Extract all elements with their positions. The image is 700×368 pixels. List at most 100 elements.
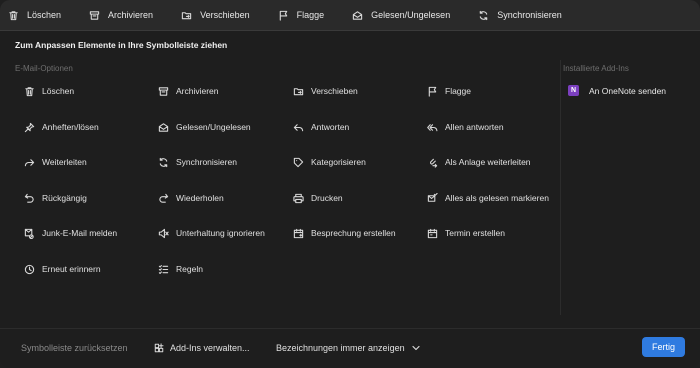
toolbar-item-sync[interactable]: Synchronisieren [478,10,562,21]
option-label: Anheften/lösen [42,122,99,132]
option-mark-all-read[interactable]: Alles als gelesen markieren [427,191,549,205]
option-label: Termin erstellen [445,228,505,238]
option-label: Verschieben [311,86,358,96]
instruction-text: Zum Anpassen Elemente in Ihre Symbolleis… [15,40,228,50]
option-report-junk[interactable]: Junk-E-Mail melden [24,226,117,240]
toolbar-preview: Löschen Archivieren Verschieben Flagge G… [0,0,700,31]
option-reply-all[interactable]: Allen antworten [427,120,504,134]
option-label: Rückgängig [42,193,87,203]
toolbar-item-label: Löschen [27,10,62,20]
pin-icon [24,122,35,132]
option-label: Gelesen/Ungelesen [176,122,251,132]
meeting-icon [293,228,304,238]
flag-icon [279,10,287,21]
toolbar-item-label: Archivieren [108,10,154,20]
toolbar-item-archive[interactable]: Archivieren [89,10,153,21]
addin-send-to-onenote[interactable]: N An OneNote senden [568,85,666,96]
toolbar-item-label: Gelesen/Ungelesen [371,10,451,20]
option-label: Regeln [176,264,203,274]
dialog-footer: Symbolleiste zurücksetzen Add-Ins verwal… [0,328,700,368]
toolbar-item-label: Verschieben [200,10,250,20]
option-label: Kategorisieren [311,157,366,167]
option-ignore-conversation[interactable]: Unterhaltung ignorieren [158,226,265,240]
reset-toolbar-label: Symbolleiste zurücksetzen [21,343,128,353]
clock-icon [24,264,35,274]
option-undo[interactable]: Rückgängig [24,191,87,205]
calendar-icon [427,228,438,238]
trash-icon [25,86,34,96]
option-label: Unterhaltung ignorieren [176,228,265,238]
installed-addins-heading: Installierte Add-Ins [563,64,629,73]
archive-icon [89,10,100,20]
option-label: Synchronisieren [176,157,237,167]
option-archive[interactable]: Archivieren [158,84,219,98]
option-reply[interactable]: Antworten [293,120,349,134]
option-create-appointment[interactable]: Termin erstellen [427,226,505,240]
toolbar-item-move[interactable]: Verschieben [181,10,250,21]
done-button[interactable]: Fertig [642,337,685,357]
tag-icon [293,157,304,167]
toolbar-item-delete[interactable]: Löschen [8,10,61,21]
option-forward[interactable]: Weiterleiten [24,155,87,169]
option-label: Archivieren [176,86,219,96]
option-label: Flagge [445,86,471,96]
option-print[interactable]: Drucken [293,191,343,205]
option-label: Drucken [311,193,343,203]
rules-icon [158,264,169,274]
option-pin-unpin[interactable]: Anheften/lösen [24,120,99,134]
reply-all-icon [427,123,438,131]
manage-addins-label: Add-Ins verwalten... [170,343,250,353]
mark-all-read-icon [427,192,438,202]
option-rules[interactable]: Regeln [158,262,203,276]
option-label: Allen antworten [445,122,504,132]
option-label: Junk-E-Mail melden [42,228,118,238]
option-redo[interactable]: Wiederholen [158,191,224,205]
option-label: Besprechung erstellen [311,228,396,238]
addin-label: An OneNote senden [589,85,667,96]
envelope-icon [158,122,169,132]
archive-icon [158,86,169,96]
option-delete[interactable]: Löschen [24,84,74,98]
mute-icon [158,228,169,238]
toolbar-item-label: Flagge [296,10,325,20]
section-divider [560,60,561,315]
toolbar-item-read-unread[interactable]: Gelesen/Ungelesen [352,10,450,21]
forward-attachment-icon [430,158,438,168]
forward-icon [24,158,35,166]
label-display-dropdown[interactable]: Bezeichnungen immer anzeigen [276,343,427,353]
option-label: Löschen [42,86,75,96]
junk-mail-icon [24,228,34,239]
redo-icon [159,193,169,203]
option-categorize[interactable]: Kategorisieren [293,155,366,169]
reply-icon [293,123,304,131]
label-display-value: Bezeichnungen immer anzeigen [276,343,405,353]
addins-icon [154,343,164,353]
onenote-icon: N [568,85,579,96]
customize-toolbar-window: Löschen Archivieren Verschieben Flagge G… [0,0,700,368]
sync-icon [159,157,168,167]
option-remind-again[interactable]: Erneut erinnern [24,262,101,276]
option-create-meeting[interactable]: Besprechung erstellen [293,226,396,240]
option-flag[interactable]: Flagge [427,84,471,98]
option-label: Antworten [311,122,350,132]
option-label: Wiederholen [176,193,224,203]
option-label: Erneut erinnern [42,264,101,274]
envelope-icon [352,10,363,20]
option-sync[interactable]: Synchronisieren [158,155,237,169]
option-move[interactable]: Verschieben [293,84,358,98]
trash-icon [9,10,18,20]
toolbar-item-flag[interactable]: Flagge [278,10,325,21]
email-options-heading: E-Mail-Optionen [15,64,73,73]
manage-addins-button[interactable]: Add-Ins verwalten... [154,343,250,353]
move-folder-icon [293,87,304,95]
option-label: Alles als gelesen markieren [445,193,549,203]
option-forward-as-attachment[interactable]: Als Anlage weiterleiten [427,155,531,169]
toolbar-item-label: Synchronisieren [497,10,562,20]
reset-toolbar-button[interactable]: Symbolleiste zurücksetzen [21,343,128,353]
move-folder-icon [181,11,192,19]
option-label: Weiterleiten [42,157,87,167]
sync-icon [479,10,488,20]
flag-icon [428,86,437,97]
undo-icon [24,193,34,203]
option-read-unread[interactable]: Gelesen/Ungelesen [158,120,251,134]
